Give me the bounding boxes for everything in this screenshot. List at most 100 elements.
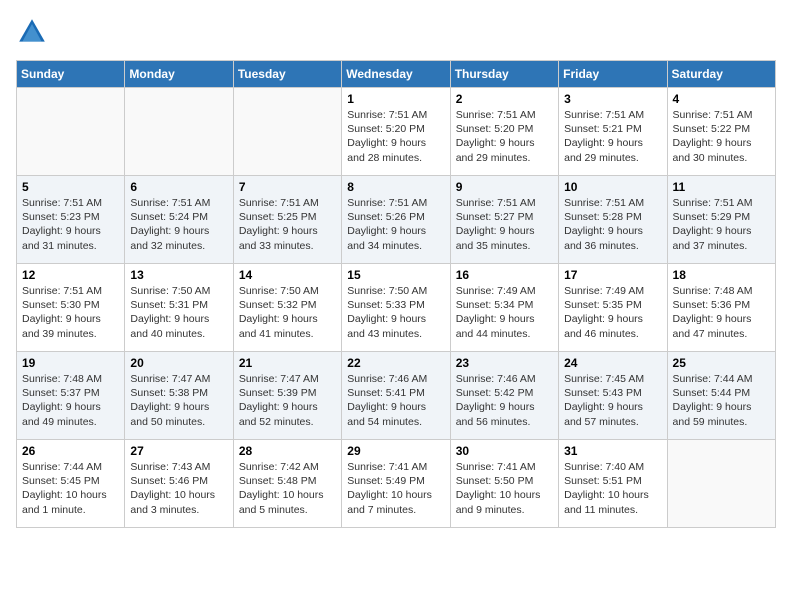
- weekday-header: Wednesday: [342, 61, 450, 88]
- calendar-table: SundayMondayTuesdayWednesdayThursdayFrid…: [16, 60, 776, 528]
- day-number: 10: [564, 180, 661, 194]
- calendar-cell: 5 Sunrise: 7:51 AM Sunset: 5:23 PM Daylig…: [17, 176, 125, 264]
- day-number: 29: [347, 444, 444, 458]
- day-info: Sunrise: 7:51 AM Sunset: 5:20 PM Dayligh…: [456, 108, 553, 165]
- day-number: 19: [22, 356, 119, 370]
- day-info: Sunrise: 7:45 AM Sunset: 5:43 PM Dayligh…: [564, 372, 661, 429]
- calendar-cell: 11 Sunrise: 7:51 AM Sunset: 5:29 PM Dayli…: [667, 176, 775, 264]
- calendar-week-row: 5 Sunrise: 7:51 AM Sunset: 5:23 PM Daylig…: [17, 176, 776, 264]
- day-info: Sunrise: 7:40 AM Sunset: 5:51 PM Dayligh…: [564, 460, 661, 517]
- calendar-cell: 19 Sunrise: 7:48 AM Sunset: 5:37 PM Dayli…: [17, 352, 125, 440]
- day-number: 23: [456, 356, 553, 370]
- day-info: Sunrise: 7:46 AM Sunset: 5:42 PM Dayligh…: [456, 372, 553, 429]
- day-number: 1: [347, 92, 444, 106]
- weekday-header: Friday: [559, 61, 667, 88]
- day-number: 28: [239, 444, 336, 458]
- calendar-cell: 2 Sunrise: 7:51 AM Sunset: 5:20 PM Daylig…: [450, 88, 558, 176]
- day-number: 12: [22, 268, 119, 282]
- calendar-cell: 9 Sunrise: 7:51 AM Sunset: 5:27 PM Daylig…: [450, 176, 558, 264]
- day-info: Sunrise: 7:50 AM Sunset: 5:31 PM Dayligh…: [130, 284, 227, 341]
- calendar-cell: 18 Sunrise: 7:48 AM Sunset: 5:36 PM Dayli…: [667, 264, 775, 352]
- day-info: Sunrise: 7:49 AM Sunset: 5:34 PM Dayligh…: [456, 284, 553, 341]
- day-info: Sunrise: 7:44 AM Sunset: 5:44 PM Dayligh…: [673, 372, 770, 429]
- calendar-cell: [233, 88, 341, 176]
- day-info: Sunrise: 7:48 AM Sunset: 5:37 PM Dayligh…: [22, 372, 119, 429]
- calendar-cell: [17, 88, 125, 176]
- day-number: 9: [456, 180, 553, 194]
- day-info: Sunrise: 7:51 AM Sunset: 5:27 PM Dayligh…: [456, 196, 553, 253]
- calendar-cell: [125, 88, 233, 176]
- calendar-cell: 30 Sunrise: 7:41 AM Sunset: 5:50 PM Dayli…: [450, 440, 558, 528]
- day-info: Sunrise: 7:41 AM Sunset: 5:50 PM Dayligh…: [456, 460, 553, 517]
- calendar-cell: 3 Sunrise: 7:51 AM Sunset: 5:21 PM Daylig…: [559, 88, 667, 176]
- day-number: 8: [347, 180, 444, 194]
- day-number: 17: [564, 268, 661, 282]
- calendar-cell: 8 Sunrise: 7:51 AM Sunset: 5:26 PM Daylig…: [342, 176, 450, 264]
- day-info: Sunrise: 7:48 AM Sunset: 5:36 PM Dayligh…: [673, 284, 770, 341]
- weekday-header: Sunday: [17, 61, 125, 88]
- calendar-cell: 24Sunrise: 7:45 AM Sunset: 5:43 PM Dayli…: [559, 352, 667, 440]
- day-info: Sunrise: 7:51 AM Sunset: 5:28 PM Dayligh…: [564, 196, 661, 253]
- calendar-cell: 13 Sunrise: 7:50 AM Sunset: 5:31 PM Dayli…: [125, 264, 233, 352]
- calendar-cell: 26 Sunrise: 7:44 AM Sunset: 5:45 PM Dayli…: [17, 440, 125, 528]
- weekday-header: Saturday: [667, 61, 775, 88]
- day-number: 13: [130, 268, 227, 282]
- day-info: Sunrise: 7:49 AM Sunset: 5:35 PM Dayligh…: [564, 284, 661, 341]
- day-number: 31: [564, 444, 661, 458]
- day-number: 15: [347, 268, 444, 282]
- calendar-cell: 29 Sunrise: 7:41 AM Sunset: 5:49 PM Dayli…: [342, 440, 450, 528]
- day-number: 27: [130, 444, 227, 458]
- calendar-cell: 1 Sunrise: 7:51 AM Sunset: 5:20 PM Daylig…: [342, 88, 450, 176]
- day-number: 26: [22, 444, 119, 458]
- calendar-week-row: 19 Sunrise: 7:48 AM Sunset: 5:37 PM Dayli…: [17, 352, 776, 440]
- day-number: 25: [673, 356, 770, 370]
- calendar-cell: 31 Sunrise: 7:40 AM Sunset: 5:51 PM Dayli…: [559, 440, 667, 528]
- calendar-cell: 20Sunrise: 7:47 AM Sunset: 5:38 PM Dayli…: [125, 352, 233, 440]
- calendar-cell: 12 Sunrise: 7:51 AM Sunset: 5:30 PM Dayli…: [17, 264, 125, 352]
- day-info: Sunrise: 7:51 AM Sunset: 5:25 PM Dayligh…: [239, 196, 336, 253]
- day-info: Sunrise: 7:47 AM Sunset: 5:39 PM Dayligh…: [239, 372, 336, 429]
- day-number: 2: [456, 92, 553, 106]
- day-number: 16: [456, 268, 553, 282]
- day-number: 18: [673, 268, 770, 282]
- day-number: 6: [130, 180, 227, 194]
- day-info: Sunrise: 7:50 AM Sunset: 5:33 PM Dayligh…: [347, 284, 444, 341]
- day-info: Sunrise: 7:50 AM Sunset: 5:32 PM Dayligh…: [239, 284, 336, 341]
- day-info: Sunrise: 7:51 AM Sunset: 5:22 PM Dayligh…: [673, 108, 770, 165]
- day-number: 3: [564, 92, 661, 106]
- day-number: 22: [347, 356, 444, 370]
- calendar-cell: 27 Sunrise: 7:43 AM Sunset: 5:46 PM Dayli…: [125, 440, 233, 528]
- day-info: Sunrise: 7:51 AM Sunset: 5:20 PM Dayligh…: [347, 108, 444, 165]
- day-info: Sunrise: 7:51 AM Sunset: 5:26 PM Dayligh…: [347, 196, 444, 253]
- day-info: Sunrise: 7:41 AM Sunset: 5:49 PM Dayligh…: [347, 460, 444, 517]
- day-info: Sunrise: 7:51 AM Sunset: 5:21 PM Dayligh…: [564, 108, 661, 165]
- calendar-cell: 28 Sunrise: 7:42 AM Sunset: 5:48 PM Dayli…: [233, 440, 341, 528]
- day-number: 14: [239, 268, 336, 282]
- day-number: 5: [22, 180, 119, 194]
- calendar-cell: 16 Sunrise: 7:49 AM Sunset: 5:34 PM Dayli…: [450, 264, 558, 352]
- day-info: Sunrise: 7:51 AM Sunset: 5:29 PM Dayligh…: [673, 196, 770, 253]
- calendar-cell: 4Sunrise: 7:51 AM Sunset: 5:22 PM Daylig…: [667, 88, 775, 176]
- calendar-cell: 14 Sunrise: 7:50 AM Sunset: 5:32 PM Dayli…: [233, 264, 341, 352]
- weekday-header: Thursday: [450, 61, 558, 88]
- day-info: Sunrise: 7:43 AM Sunset: 5:46 PM Dayligh…: [130, 460, 227, 517]
- day-number: 11: [673, 180, 770, 194]
- day-info: Sunrise: 7:42 AM Sunset: 5:48 PM Dayligh…: [239, 460, 336, 517]
- weekday-header: Tuesday: [233, 61, 341, 88]
- calendar-cell: 22Sunrise: 7:46 AM Sunset: 5:41 PM Dayli…: [342, 352, 450, 440]
- weekday-header: Monday: [125, 61, 233, 88]
- calendar-header-row: SundayMondayTuesdayWednesdayThursdayFrid…: [17, 61, 776, 88]
- day-info: Sunrise: 7:51 AM Sunset: 5:23 PM Dayligh…: [22, 196, 119, 253]
- day-info: Sunrise: 7:51 AM Sunset: 5:24 PM Dayligh…: [130, 196, 227, 253]
- calendar-cell: 21 Sunrise: 7:47 AM Sunset: 5:39 PM Dayli…: [233, 352, 341, 440]
- day-info: Sunrise: 7:47 AM Sunset: 5:38 PM Dayligh…: [130, 372, 227, 429]
- day-number: 7: [239, 180, 336, 194]
- calendar-cell: 7 Sunrise: 7:51 AM Sunset: 5:25 PM Daylig…: [233, 176, 341, 264]
- calendar-cell: 25 Sunrise: 7:44 AM Sunset: 5:44 PM Dayli…: [667, 352, 775, 440]
- day-info: Sunrise: 7:44 AM Sunset: 5:45 PM Dayligh…: [22, 460, 119, 517]
- day-info: Sunrise: 7:51 AM Sunset: 5:30 PM Dayligh…: [22, 284, 119, 341]
- day-number: 21: [239, 356, 336, 370]
- calendar-cell: 10 Sunrise: 7:51 AM Sunset: 5:28 PM Dayli…: [559, 176, 667, 264]
- day-number: 30: [456, 444, 553, 458]
- logo-icon: [16, 16, 48, 48]
